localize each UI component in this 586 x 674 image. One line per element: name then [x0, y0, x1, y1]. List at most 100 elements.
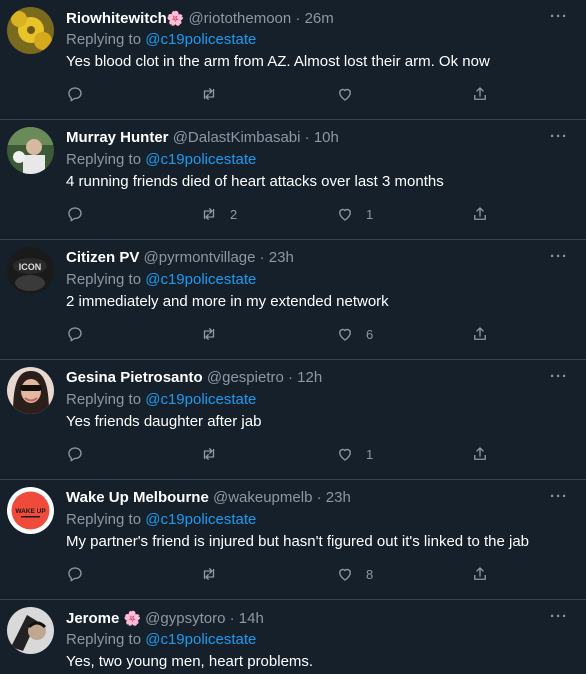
handle[interactable]: @pyrmontvillage [144, 249, 256, 266]
retweet-icon [203, 568, 215, 580]
reply-to-link[interactable]: @c19policestate [145, 631, 256, 648]
reply-to-link[interactable]: @c19policestate [145, 31, 256, 48]
handle[interactable]: @gespietro [207, 369, 284, 386]
more-icon[interactable]: ··· [550, 128, 568, 145]
reply-to-link[interactable]: @c19policestate [145, 511, 256, 528]
share-button[interactable] [471, 563, 489, 585]
avatar[interactable] [7, 127, 54, 174]
like-button[interactable]: 6 [336, 323, 373, 345]
tweet-actions [66, 83, 496, 105]
tweet-actions: 6 [66, 323, 496, 345]
reply-to-link[interactable]: @c19policestate [145, 271, 256, 288]
more-icon[interactable]: ··· [550, 248, 568, 265]
replying-to-label: Replying to [66, 631, 142, 648]
tweet-text: Yes blood clot in the arm from AZ. Almos… [66, 53, 490, 70]
heart-icon [339, 328, 351, 341]
display-name[interactable]: Wake Up Melbourne [66, 489, 209, 506]
like-button[interactable]: 1 [336, 443, 373, 465]
reply-to-link[interactable]: @c19policestate [145, 151, 256, 168]
tweet-text: 2 immediately and more in my extended ne… [66, 293, 389, 310]
handle[interactable]: @wakeupmelb [213, 489, 312, 506]
avatar[interactable] [7, 607, 54, 654]
reply-button[interactable] [66, 563, 84, 585]
share-icon [474, 87, 486, 100]
retweet-button[interactable] [200, 563, 230, 585]
share-icon [474, 327, 486, 340]
replying-to-label: Replying to [66, 391, 142, 408]
replying-to: Replying to @c19policestate [66, 510, 256, 530]
replying-to-label: Replying to [66, 151, 142, 168]
svg-text:ICON: ICON [19, 262, 42, 272]
handle[interactable]: @DalastKimbasabi [173, 129, 301, 146]
heart-icon [339, 208, 351, 221]
tweet[interactable]: Gesina Pietrosanto @gespietro · 12h ··· … [0, 360, 586, 480]
tweet[interactable]: WAKE UP Wake Up Melbourne @wakeupmelb · … [0, 480, 586, 600]
reply-icon [68, 567, 82, 582]
replying-to-label: Replying to [66, 511, 142, 528]
display-name[interactable]: Gesina Pietrosanto [66, 369, 203, 386]
retweet-count: 2 [230, 206, 238, 222]
display-name[interactable]: Citizen PV [66, 249, 139, 266]
tweet[interactable]: Jerome 🌸 @gypsytoro · 14h ··· Replying t… [0, 600, 586, 669]
share-button[interactable] [471, 323, 489, 345]
more-icon[interactable]: ··· [550, 8, 568, 25]
tweet[interactable]: ICON Citizen PV @pyrmontvillage · 23h ··… [0, 240, 586, 360]
timestamp[interactable]: · 23h [260, 249, 294, 266]
tweet[interactable]: Riowhitewitch🌸 @riotothemoon · 26m ··· R… [0, 0, 586, 120]
tweet-header: Wake Up Melbourne @wakeupmelb · 23h [66, 488, 546, 508]
more-icon[interactable]: ··· [550, 608, 568, 625]
retweet-button[interactable]: 2 [200, 203, 237, 225]
tweet[interactable]: Murray Hunter @DalastKimbasabi · 10h ···… [0, 120, 586, 240]
tweet-header: Riowhitewitch🌸 @riotothemoon · 26m [66, 8, 546, 29]
avatar[interactable]: WAKE UP [7, 487, 54, 534]
reply-button[interactable] [66, 203, 84, 225]
flower-emoji: 🌸 [166, 10, 185, 26]
like-button[interactable] [336, 83, 366, 105]
display-name[interactable]: Jerome [66, 610, 119, 627]
share-icon [474, 447, 486, 460]
reply-icon [68, 447, 82, 462]
replying-to-label: Replying to [66, 271, 142, 288]
tweet-header: Citizen PV @pyrmontvillage · 23h [66, 248, 546, 268]
more-icon[interactable]: ··· [550, 368, 568, 385]
avatar[interactable] [7, 367, 54, 414]
retweet-button[interactable] [200, 323, 230, 345]
like-button[interactable]: 1 [336, 203, 373, 225]
avatar[interactable]: ICON [7, 247, 54, 294]
retweet-button[interactable] [200, 443, 230, 465]
timestamp[interactable]: · 12h [288, 369, 322, 386]
like-count: 1 [366, 206, 374, 222]
tweet-header: Murray Hunter @DalastKimbasabi · 10h [66, 128, 546, 148]
share-button[interactable] [471, 443, 489, 465]
tweet-header: Jerome 🌸 @gypsytoro · 14h [66, 608, 546, 629]
timestamp[interactable]: · 10h [305, 129, 339, 146]
timestamp[interactable]: · 14h [230, 610, 264, 627]
display-name[interactable]: Riowhitewitch [66, 10, 167, 27]
reply-button[interactable] [66, 83, 84, 105]
timestamp[interactable]: · 23h [317, 489, 351, 506]
more-icon[interactable]: ··· [550, 488, 568, 505]
heart-icon [339, 448, 351, 461]
share-button[interactable] [471, 83, 489, 105]
share-button[interactable] [471, 203, 489, 225]
handle[interactable]: @gypsytoro [145, 610, 225, 627]
tweet-actions: 2 1 [66, 203, 496, 225]
reply-button[interactable] [66, 323, 84, 345]
display-name[interactable]: Murray Hunter [66, 129, 169, 146]
timestamp[interactable]: · 26m [295, 10, 333, 27]
heart-icon [339, 88, 351, 101]
tweet-text: Yes, two young men, heart problems. [66, 653, 314, 669]
like-button[interactable]: 8 [336, 563, 373, 585]
replying-to: Replying to @c19policestate [66, 270, 256, 290]
avatar[interactable] [7, 7, 54, 54]
reply-button[interactable] [66, 443, 84, 465]
flower-emoji: 🌸 [123, 610, 141, 626]
replying-to: Replying to @c19policestate [66, 150, 256, 170]
retweet-icon [203, 448, 215, 460]
reply-icon [68, 327, 82, 342]
replying-to: Replying to @c19policestate [66, 30, 256, 50]
tweet-actions: 8 [66, 563, 496, 585]
retweet-button[interactable] [200, 83, 230, 105]
reply-to-link[interactable]: @c19policestate [145, 391, 256, 408]
handle[interactable]: @riotothemoon [188, 10, 291, 27]
